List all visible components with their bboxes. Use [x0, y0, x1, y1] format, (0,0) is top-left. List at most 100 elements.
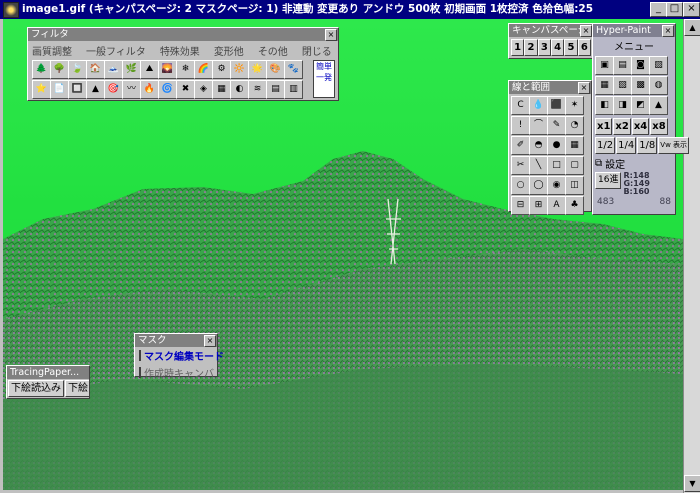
filter-tool-29-icon[interactable]: ▤	[266, 80, 285, 99]
paint-tool-23-icon[interactable]: A	[547, 196, 566, 215]
filter-tool-2-icon[interactable]: 🌳	[50, 60, 69, 79]
paint-tool-8-icon[interactable]: ◔	[565, 116, 584, 135]
filter-tool-9-icon[interactable]: ❄	[176, 60, 195, 79]
filter-tool-22-icon[interactable]: 🔥	[140, 80, 159, 99]
paint-tool-13-icon[interactable]: ✂	[511, 156, 530, 175]
paint-tool-19-icon[interactable]: ◉	[547, 176, 566, 195]
hyper-icon-5[interactable]: ▦	[595, 76, 614, 95]
hex-button[interactable]: 16進	[595, 172, 622, 189]
zoom-x8-button[interactable]: x8	[650, 118, 668, 135]
paint-tool-6-icon[interactable]: ⌒	[529, 116, 548, 135]
page-button-6[interactable]: 6	[577, 39, 591, 56]
paint-tool-2-icon[interactable]: 💧	[529, 96, 548, 115]
zoom-x4-button[interactable]: x4	[631, 118, 650, 135]
close-button[interactable]: ×	[683, 2, 700, 17]
page-button-2[interactable]: 2	[524, 39, 538, 56]
filter-tool-4-icon[interactable]: 🏠	[86, 60, 105, 79]
page-button-3[interactable]: 3	[537, 39, 551, 56]
paint-tool-15-icon[interactable]: □	[547, 156, 566, 175]
paint-tool-17-icon[interactable]: ○	[511, 176, 530, 195]
paint-tool-24-icon[interactable]: ♣	[565, 196, 584, 215]
paint-tool-14-icon[interactable]: ╲	[529, 156, 548, 175]
settings-label[interactable]: 設定	[605, 156, 625, 171]
paint-tool-22-icon[interactable]: ⊞	[529, 196, 548, 215]
filter-tool-25-icon[interactable]: ◈	[194, 80, 213, 99]
hyper-icon-7[interactable]: ▩	[631, 76, 650, 95]
paint-tool-12-icon[interactable]: ▦	[565, 136, 584, 155]
filter-tool-10-icon[interactable]: 🌈	[194, 60, 213, 79]
paint-tool-3-icon[interactable]: ⬛	[547, 96, 566, 115]
zoom-x1-button[interactable]: x1	[595, 118, 613, 135]
zoom-x2-button[interactable]: x2	[613, 118, 631, 135]
mask-create-checkbox[interactable]	[139, 367, 141, 378]
filter-tool-23-icon[interactable]: 🌀	[158, 80, 177, 99]
filter-tool-6-icon[interactable]: 🌿	[122, 60, 141, 79]
filter-menu-item-close[interactable]: 閉じる	[302, 43, 332, 58]
filter-tool-28-icon[interactable]: ≋	[248, 80, 267, 99]
page-button-4[interactable]: 4	[550, 39, 565, 56]
filter-tool-30-icon[interactable]: ▥	[284, 80, 303, 99]
filter-menu-item-other[interactable]: その他	[258, 43, 288, 58]
filter-tool-12-icon[interactable]: 🔆	[230, 60, 249, 79]
mask-close-button[interactable]: ×	[204, 335, 216, 347]
filter-tool-14-icon[interactable]: 🎨	[266, 60, 285, 79]
mask-create-option[interactable]: 作成時キャンバ	[135, 364, 217, 381]
filter-tool-21-icon[interactable]: 〰	[122, 80, 141, 99]
filter-tool-15-icon[interactable]: 🐾	[284, 60, 303, 79]
filter-tool-20-icon[interactable]: 🎯	[104, 80, 123, 99]
filter-tool-5-icon[interactable]: 🗻	[104, 60, 123, 79]
filter-menu-item-general[interactable]: 一般フィルタ	[86, 43, 146, 58]
mask-edit-checkbox[interactable]	[139, 350, 141, 361]
filter-tool-8-icon[interactable]: 🌄	[158, 60, 177, 79]
filter-tool-1-icon[interactable]: 🌲	[32, 60, 51, 79]
paint-tool-16-icon[interactable]: ▢	[565, 156, 584, 175]
paint-tool-18-icon[interactable]: ◯	[529, 176, 548, 195]
page-button-1[interactable]: 1	[511, 39, 525, 56]
vertical-scrollbar[interactable]: ▲ ▼	[683, 19, 700, 493]
filter-tool-3-icon[interactable]: 🍃	[68, 60, 87, 79]
line-range-close-button[interactable]: ×	[578, 82, 590, 94]
paint-tool-4-icon[interactable]: ✶	[565, 96, 584, 115]
simple-oneshot-button[interactable]: 簡単一発	[313, 60, 335, 98]
hyper-icon-2[interactable]: ▤	[613, 56, 632, 75]
hyper-icon-6[interactable]: ▧	[613, 76, 632, 95]
filter-menu-item-transform[interactable]: 変形他	[214, 43, 244, 58]
hyper-icon-9[interactable]: ◧	[595, 96, 614, 115]
paint-tool-11-icon[interactable]: ●	[547, 136, 566, 155]
filter-menu-item-adjust[interactable]: 画質調整	[32, 43, 72, 58]
paint-tool-21-icon[interactable]: ⊟	[511, 196, 530, 215]
filter-tool-18-icon[interactable]: 🔲	[68, 80, 87, 99]
filter-tool-11-icon[interactable]: ⚙	[212, 60, 231, 79]
hyper-paint-menu[interactable]: メニュー	[593, 37, 675, 54]
zoom-half-button[interactable]: 1/2	[595, 137, 616, 154]
hyper-paint-close-button[interactable]: ×	[662, 25, 674, 37]
mask-edit-mode-option[interactable]: マスク編集モード	[135, 347, 224, 364]
hyper-icon-12[interactable]: ▲	[649, 96, 668, 115]
minimize-button[interactable]: _	[650, 2, 667, 17]
filter-tool-19-icon[interactable]: ▲	[86, 80, 105, 99]
zoom-quarter-button[interactable]: 1/4	[616, 137, 637, 154]
hyper-icon-10[interactable]: ◨	[613, 96, 632, 115]
filter-tool-7-icon[interactable]: ⛰	[140, 60, 159, 79]
scroll-down-icon[interactable]: ▼	[684, 475, 700, 492]
paint-tool-5-icon[interactable]: !	[511, 116, 530, 135]
load-underlay-button[interactable]: 下絵読込み	[8, 380, 64, 397]
view-button[interactable]: Vw 表示	[658, 137, 690, 154]
maximize-button[interactable]: □	[666, 2, 683, 17]
paint-tool-20-icon[interactable]: ◫	[565, 176, 584, 195]
paint-tool-9-icon[interactable]: ✐	[511, 136, 530, 155]
hyper-icon-11[interactable]: ◩	[631, 96, 650, 115]
scroll-up-icon[interactable]: ▲	[684, 19, 700, 36]
filter-tool-17-icon[interactable]: 📄	[50, 80, 69, 99]
hyper-icon-1[interactable]: ▣	[595, 56, 614, 75]
paint-tool-7-icon[interactable]: ✎	[547, 116, 566, 135]
paint-tool-1-icon[interactable]: C	[511, 96, 530, 115]
underlay-button[interactable]: 下絵	[65, 380, 89, 397]
app-icon[interactable]	[3, 2, 19, 18]
canvas-page-close-button[interactable]: ×	[580, 25, 592, 37]
filter-tool-13-icon[interactable]: 🌟	[248, 60, 267, 79]
settings-icon[interactable]: ⧉	[595, 158, 602, 169]
zoom-eighth-button[interactable]: 1/8	[637, 137, 658, 154]
filter-tool-27-icon[interactable]: ◐	[230, 80, 249, 99]
paint-tool-10-icon[interactable]: ◓	[529, 136, 548, 155]
